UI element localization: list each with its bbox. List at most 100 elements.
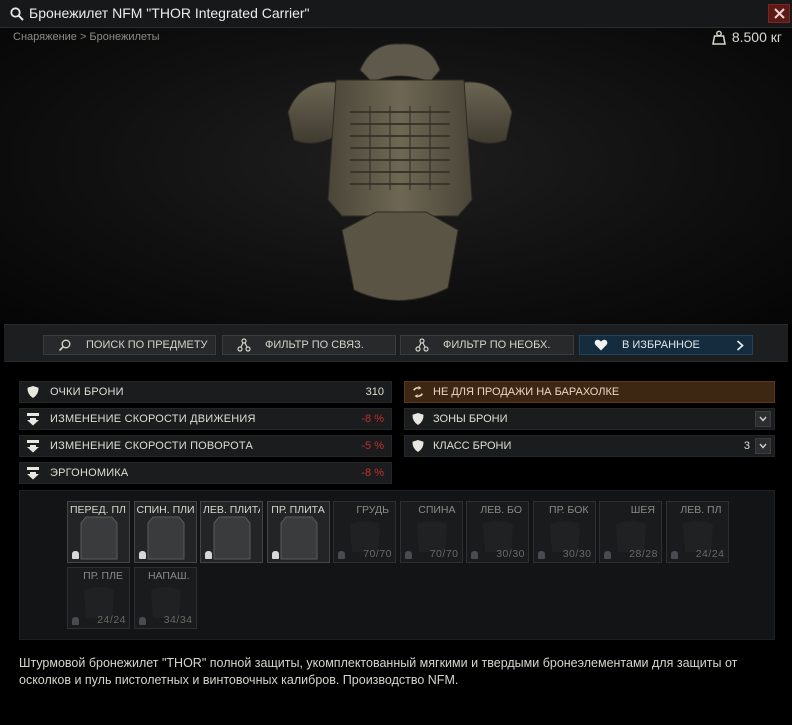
armor-slot-name: ЛЕВ. ПЛ (680, 504, 722, 516)
armor-slot-name: ГРУДЬ (356, 504, 389, 516)
armor-slot-name: ЛЕВ. ПЛИТА (203, 504, 260, 516)
armor-class-value: 3 (743, 440, 750, 452)
stat-ergonomics: ЭРГОНОМИКА -8 % (19, 462, 392, 484)
armor-slot-indicator-icon (72, 617, 79, 625)
shield-icon (27, 386, 39, 398)
filter-by-required-label: ФИЛЬТР ПО НЕОБХ. (443, 339, 551, 351)
weight-icon (711, 30, 726, 45)
armor-slot[interactable]: ЛЕВ. ПЛ 24/24 (665, 501, 729, 563)
armor-slot-indicator-icon (670, 551, 678, 559)
stat-label: ЭРГОНОМИКА (50, 467, 129, 479)
breadcrumb: Снаряжение > Бронежилеты (13, 31, 160, 43)
armor-slot[interactable]: ШЕЯ 28/28 (599, 501, 662, 563)
stat-value: 310 (365, 386, 384, 398)
ergonomics-down-icon (27, 467, 39, 480)
armor-slot[interactable]: НАПАШ. 34/34 (133, 567, 197, 629)
item-description: Штурмовой бронежилет "THOR" полной защит… (19, 656, 738, 687)
armor-slot-name: СПИНА (418, 504, 456, 516)
armor-slot[interactable]: СПИНА 70/70 (399, 501, 463, 563)
armor-plate-icon (280, 516, 317, 560)
link-filter-icon (237, 338, 251, 352)
filter-by-linked-button[interactable]: ФИЛЬТР ПО СВЯЗ. (222, 335, 396, 355)
stat-turn-speed: ИЗМЕНЕНИЕ СКОРОСТИ ПОВОРОТА -5 % (19, 435, 392, 457)
armor-slot[interactable]: СПИН. ПЛИ... (133, 501, 197, 563)
armor-zones-dropdown[interactable] (755, 411, 771, 427)
search-by-item-label: ПОИСК ПО ПРЕДМЕТУ (86, 339, 208, 351)
armor-slot-name: ШЕЯ (630, 504, 655, 516)
armor-slot-durability: 70/70 (363, 548, 392, 560)
required-filter-icon (415, 338, 429, 352)
armor-slot-name: ПР. ПЛЕ (83, 570, 123, 582)
armor-class-row[interactable]: КЛАСС БРОНИ 3 (404, 435, 775, 457)
search-icon (58, 339, 71, 352)
not-for-flea-label: НЕ ДЛЯ ПРОДАЖИ НА БАРАХОЛКЕ (433, 386, 620, 398)
armor-slot-indicator-icon (404, 551, 412, 559)
armor-slot-indicator-icon (537, 551, 545, 559)
close-button[interactable] (768, 4, 790, 23)
chevron-right-icon (736, 340, 744, 351)
armor-slot-indicator-icon (138, 617, 146, 625)
armor-slot-name: ПР. ПЛИТА (271, 504, 325, 516)
stat-move-speed: ИЗМЕНЕНИЕ СКОРОСТИ ДВИЖЕНИЯ -8 % (19, 408, 392, 430)
item-stats: ОЧКИ БРОНИ 310 ИЗМЕНЕНИЕ СКОРОСТИ ДВИЖЕН… (19, 381, 392, 489)
armor-plate-icon (213, 516, 251, 560)
not-for-flea-market-notice: НЕ ДЛЯ ПРОДАЖИ НА БАРАХОЛКЕ (404, 381, 775, 403)
filter-by-linked-label: ФИЛЬТР ПО СВЯЗ. (265, 339, 364, 351)
armor-slot-name: ЛЕВ. БО (480, 504, 522, 516)
item-inspect-window: Бронежилет NFM "THOR Integrated Carrier"… (0, 0, 792, 725)
stat-label: ИЗМЕНЕНИЕ СКОРОСТИ ДВИЖЕНИЯ (50, 413, 256, 425)
armor-slot[interactable]: ГРУДЬ 70/70 (333, 501, 396, 563)
window-title: Бронежилет NFM "THOR Integrated Carrier" (29, 5, 310, 21)
turn-down-icon (27, 440, 39, 453)
stat-label: ОЧКИ БРОНИ (50, 386, 124, 398)
armor-slot-durability: 30/30 (496, 548, 525, 560)
armor-slot[interactable]: ПР. БОК 30/30 (532, 501, 596, 563)
armor-slot-durability: 28/28 (629, 548, 658, 560)
search-by-item-button[interactable]: ПОИСК ПО ПРЕДМЕТУ (43, 335, 216, 355)
close-icon (773, 8, 785, 19)
armor-class-label: КЛАСС БРОНИ (433, 440, 512, 452)
armor-slot[interactable]: ПР. ПЛЕ 24/24 (67, 567, 130, 629)
armor-slot[interactable]: ЛЕВ. БО 30/30 (466, 501, 529, 563)
action-bar: ПОИСК ПО ПРЕДМЕТУ ФИЛЬТР ПО СВЯЗ. ФИЛЬТР… (4, 324, 788, 362)
armor-slot[interactable]: ПЕРЕД. ПЛ... (67, 501, 130, 563)
filter-by-required-button[interactable]: ФИЛЬТР ПО НЕОБХ. (400, 335, 574, 355)
stat-label: ИЗМЕНЕНИЕ СКОРОСТИ ПОВОРОТА (50, 440, 254, 452)
title-bar[interactable]: Бронежилет NFM "THOR Integrated Carrier" (0, 0, 792, 28)
armor-plate-icon (80, 516, 118, 560)
armor-slot[interactable]: ЛЕВ. ПЛИТА (200, 501, 263, 563)
weight-value: 8.500 кг (731, 29, 782, 45)
armor-zones-row[interactable]: ЗОНЫ БРОНИ (404, 408, 775, 430)
armor-class-dropdown[interactable] (755, 438, 771, 454)
item-info: НЕ ДЛЯ ПРОДАЖИ НА БАРАХОЛКЕ ЗОНЫ БРОНИ К… (404, 381, 775, 462)
armor-slot-indicator-icon (271, 551, 279, 559)
add-to-favorites-label: В ИЗБРАННОЕ (622, 339, 700, 351)
armor-slot[interactable]: ПР. ПЛИТА (266, 501, 330, 563)
speed-down-icon (27, 413, 39, 426)
chevron-down-icon (759, 443, 767, 449)
armor-slot-name: ПР. БОК (549, 504, 589, 516)
armor-vest-image (287, 43, 513, 301)
armor-slot-name: НАПАШ. (147, 570, 190, 582)
magnifier-icon (10, 7, 24, 21)
exchange-blocked-icon (413, 385, 423, 399)
heart-icon (594, 339, 608, 351)
armor-slot-name: СПИН. ПЛИ... (136, 504, 194, 516)
armor-slot-durability: 24/24 (695, 548, 725, 560)
shield-icon (412, 440, 424, 452)
armor-slot-durability: 24/24 (97, 614, 126, 626)
shield-icon (412, 413, 424, 425)
chevron-down-icon (759, 416, 767, 422)
stat-armor-points: ОЧКИ БРОНИ 310 (19, 381, 392, 403)
armor-slots-panel: ПЕРЕД. ПЛ... СПИН. ПЛИ... ЛЕВ. ПЛИТА ПР. ПЛ… (19, 490, 775, 640)
armor-zones-label: ЗОНЫ БРОНИ (433, 413, 508, 425)
add-to-favorites-button[interactable]: В ИЗБРАННОЕ (579, 335, 753, 355)
armor-slot-indicator-icon (338, 551, 345, 559)
stat-value: -5 % (361, 440, 384, 452)
armor-slot-indicator-icon (471, 551, 478, 559)
armor-slot-durability: 30/30 (562, 548, 592, 560)
armor-slot-indicator-icon (205, 551, 212, 559)
armor-slot-indicator-icon (604, 551, 611, 559)
stat-value: -8 % (361, 413, 384, 425)
armor-plate-icon (147, 516, 184, 560)
